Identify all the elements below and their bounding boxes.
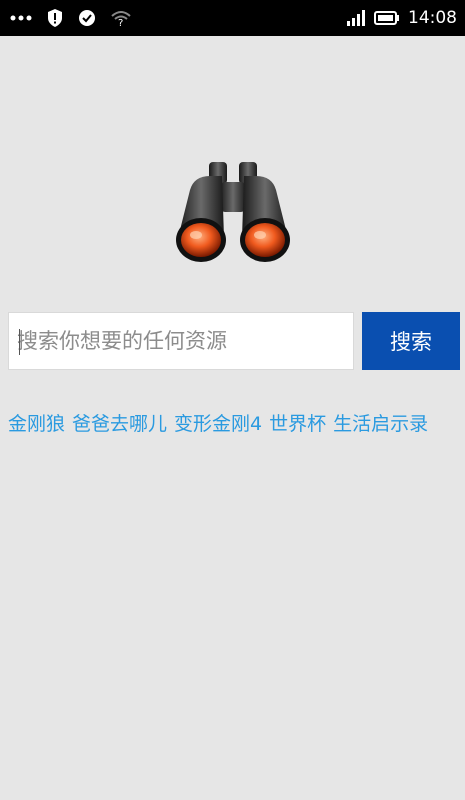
search-button[interactable]: 搜索	[362, 312, 460, 370]
status-bar-right: 14:08	[346, 0, 457, 36]
hot-link-dad-where-are-we-going[interactable]: 爸爸去哪儿	[72, 413, 167, 435]
status-bar: ? 14:08	[0, 0, 465, 36]
battery-icon	[374, 11, 400, 25]
search-input[interactable]	[9, 313, 353, 369]
hot-link-life-revelation[interactable]: 生活启示录	[333, 413, 428, 435]
hot-link-wolverine[interactable]: 金刚狼	[8, 413, 65, 435]
hot-search-links: 金刚狼 爸爸去哪儿 变形金刚4 世界杯 生活启示录	[8, 402, 458, 446]
signal-icon	[346, 10, 366, 26]
more-dots-icon	[10, 14, 32, 22]
hot-link-world-cup[interactable]: 世界杯	[269, 413, 326, 435]
search-input-container	[8, 312, 354, 370]
text-cursor	[19, 329, 20, 355]
wifi-question-icon: ?	[110, 9, 132, 27]
binoculars-icon	[172, 160, 294, 270]
shield-alert-icon	[46, 8, 64, 28]
status-time: 14:08	[408, 8, 457, 28]
hot-link-transformers-4[interactable]: 变形金刚4	[174, 413, 262, 435]
search-bar: 搜索	[8, 312, 460, 370]
check-circle-icon	[78, 9, 96, 27]
status-bar-left: ?	[10, 0, 132, 36]
svg-text:?: ?	[118, 18, 123, 27]
